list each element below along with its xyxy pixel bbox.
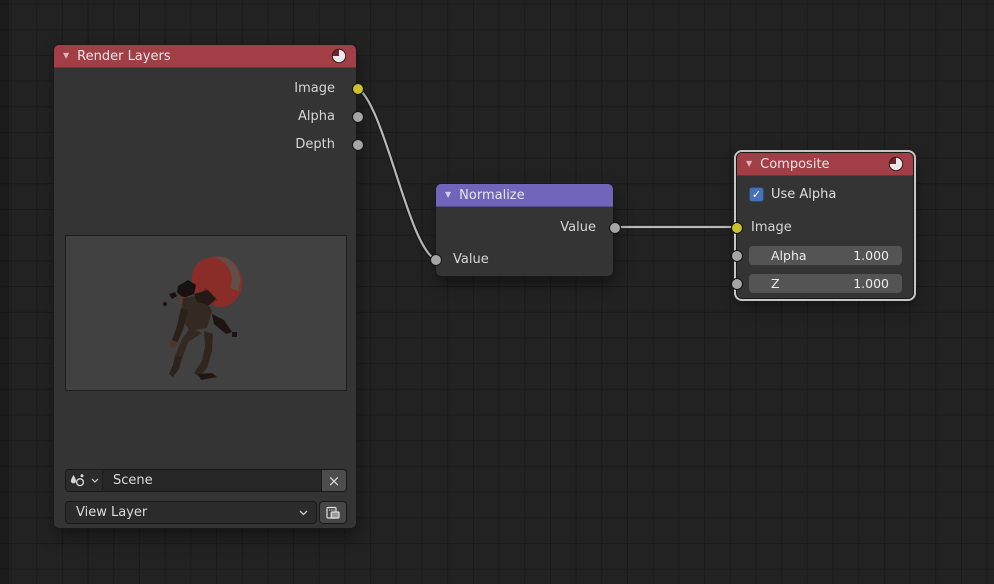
collapse-triangle-icon[interactable]: ▼ (746, 160, 752, 168)
check-icon: ✓ (752, 189, 761, 200)
field-value: 1.000 (853, 248, 889, 263)
use-alpha-label: Use Alpha (771, 187, 836, 202)
node-title: Normalize (459, 188, 524, 203)
normalize-header[interactable]: ▼ Normalize (436, 184, 613, 207)
composite-header[interactable]: ▼ Composite (737, 153, 913, 176)
normalize-node[interactable]: ▼ Normalize Value Value (435, 183, 614, 277)
output-label-value: Value (560, 219, 596, 237)
socket-input-alpha[interactable] (731, 250, 743, 262)
socket-output-value[interactable] (609, 222, 621, 234)
view-layer-row: View Layer (65, 501, 347, 524)
z-value-field[interactable]: Z 1.000 (749, 274, 902, 293)
scene-browse-button[interactable] (66, 470, 103, 491)
output-label-image: Image (294, 75, 335, 103)
use-alpha-checkbox[interactable]: ✓ (749, 187, 764, 202)
input-label-image: Image (751, 219, 792, 237)
preview-character-art (66, 236, 346, 390)
alpha-value-field[interactable]: Alpha 1.000 (749, 246, 902, 265)
view-layer-dropdown[interactable]: View Layer (65, 501, 317, 524)
output-label-depth: Depth (295, 131, 335, 159)
render-layer-button[interactable] (319, 501, 347, 524)
collapse-triangle-icon[interactable]: ▼ (445, 191, 451, 199)
node-title: Composite (760, 157, 829, 172)
use-alpha-row: ✓ Use Alpha (749, 184, 836, 204)
socket-input-z[interactable] (731, 278, 743, 290)
socket-input-image[interactable] (731, 222, 743, 234)
scene-name-field[interactable]: Scene (103, 470, 321, 491)
node-editor-canvas[interactable]: ▼ Render Layers Image Alpha Depth (0, 0, 994, 584)
field-value: 1.000 (853, 276, 889, 291)
material-sphere-icon (331, 48, 347, 64)
socket-output-depth[interactable] (352, 139, 364, 151)
socket-output-alpha[interactable] (352, 111, 364, 123)
scene-clear-button[interactable]: × (321, 470, 346, 491)
socket-input-value[interactable] (430, 254, 442, 266)
render-preview-image (65, 235, 347, 391)
material-sphere-icon (888, 156, 904, 172)
node-title: Render Layers (77, 49, 170, 64)
render-layer-icon (325, 505, 341, 521)
scene-datablock-icon (69, 473, 88, 488)
field-label: Alpha (771, 248, 807, 263)
output-label-alpha: Alpha (298, 103, 335, 131)
close-icon: × (328, 472, 341, 490)
wire-image-to-normalize (357, 88, 435, 259)
socket-output-image[interactable] (352, 83, 364, 95)
chevron-down-icon (299, 510, 308, 516)
render-layers-node[interactable]: ▼ Render Layers Image Alpha Depth (53, 44, 357, 529)
chevron-down-icon (91, 478, 99, 483)
composite-node[interactable]: ▼ Composite ✓ Use Alpha Image Alpha 1.00… (736, 152, 914, 299)
view-layer-value: View Layer (76, 505, 147, 520)
render-layers-header[interactable]: ▼ Render Layers (54, 45, 356, 68)
collapse-triangle-icon[interactable]: ▼ (63, 52, 69, 60)
scene-selector[interactable]: Scene × (65, 469, 347, 492)
field-label: Z (771, 276, 780, 291)
input-label-value: Value (453, 251, 489, 269)
